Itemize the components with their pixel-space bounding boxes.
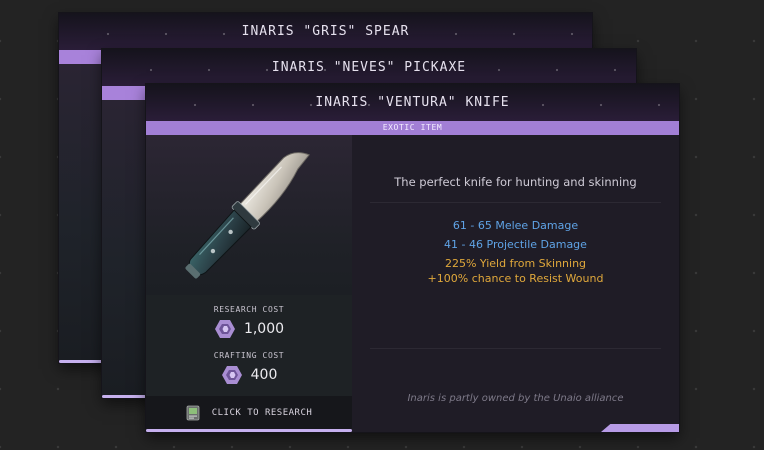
stat-skinning-yield: 225% Yield from Skinning <box>444 257 587 270</box>
divider <box>370 202 661 203</box>
stat-melee-damage: 61 - 65 Melee Damage <box>452 219 579 232</box>
rarity-label: EXOTIC ITEM <box>382 123 443 132</box>
item-description: The perfect knife for hunting and skinni… <box>394 175 637 189</box>
item-details-panel: The perfect knife for hunting and skinni… <box>352 135 679 432</box>
hexagon-resource-icon <box>221 366 242 384</box>
item-image <box>146 135 352 295</box>
card-side-panel <box>102 100 146 395</box>
card-title: INARIS "GRIS" SPEAR <box>241 24 410 39</box>
research-cost-label: RESEARCH COST <box>213 305 285 314</box>
stat-resist-wound: +100% chance to Resist Wound <box>427 272 604 285</box>
crafting-cost-value: 400 <box>250 367 278 383</box>
ownership-note: Inaris is partly owned by the Unaio alli… <box>407 393 624 404</box>
rarity-strip <box>102 86 146 100</box>
card-bottom-accent <box>102 395 146 398</box>
research-button-label: CLICK TO RESEARCH <box>211 407 313 418</box>
card-bottom-accent <box>59 360 103 363</box>
cost-section: RESEARCH COST 1,000 CRAFTING COST 400 <box>146 295 352 403</box>
stat-list: 61 - 65 Melee Damage 41 - 46 Projectile … <box>352 218 679 286</box>
card-header: INARIS "VENTURA" KNIFE <box>146 84 679 121</box>
item-left-panel: RESEARCH COST 1,000 CRAFTING COST 400 CL… <box>146 135 352 432</box>
rarity-strip <box>59 50 103 64</box>
research-button[interactable]: CLICK TO RESEARCH <box>146 396 352 429</box>
research-tablet-icon <box>186 405 200 420</box>
card-side-panel <box>59 64 103 360</box>
item-card-knife[interactable]: INARIS "VENTURA" KNIFE EXOTIC ITEM RESEA… <box>146 84 679 432</box>
crafting-cost-label: CRAFTING COST <box>213 351 285 360</box>
card-title: INARIS "VENTURA" KNIFE <box>315 95 510 110</box>
card-bottom-accent <box>146 429 352 432</box>
research-cost-value: 1,000 <box>243 321 285 337</box>
divider <box>370 348 661 349</box>
research-cost-row: 1,000 <box>146 319 352 339</box>
card-header: INARIS "NEVES" PICKAXE <box>102 49 636 86</box>
card-title: INARIS "NEVES" PICKAXE <box>271 60 467 75</box>
stat-projectile-damage: 41 - 46 Projectile Damage <box>444 238 587 251</box>
hexagon-resource-icon <box>214 320 235 338</box>
rarity-banner: EXOTIC ITEM <box>146 121 679 135</box>
crafting-cost-row: 400 <box>146 365 352 385</box>
card-header: INARIS "GRIS" SPEAR <box>59 13 592 50</box>
knife-icon <box>185 152 310 279</box>
corner-accent <box>601 424 679 432</box>
